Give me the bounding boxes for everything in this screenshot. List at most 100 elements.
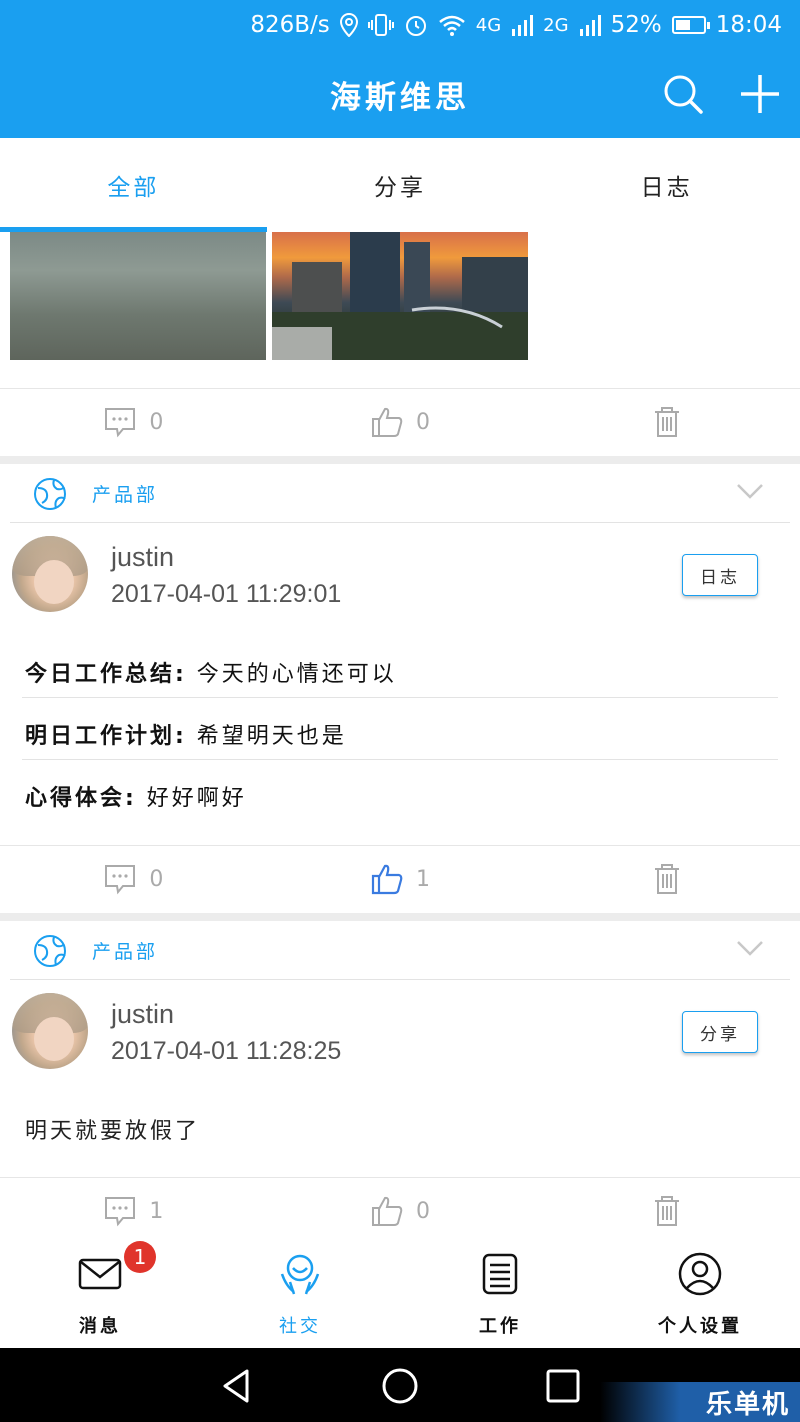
battery-icon bbox=[671, 16, 710, 34]
trash-icon bbox=[654, 407, 679, 437]
location-icon bbox=[339, 13, 358, 37]
battery-level bbox=[675, 20, 690, 30]
insight-label: 心得体会: bbox=[25, 786, 137, 811]
post-card: 产品部 justin 2017-04-01 11:28:25 分享 明天就要放假… bbox=[0, 921, 800, 1236]
comment-icon bbox=[105, 408, 136, 438]
delete-button[interactable] bbox=[533, 1194, 800, 1228]
chevron-down-icon[interactable] bbox=[736, 482, 764, 500]
search-icon[interactable] bbox=[661, 72, 705, 116]
author-name[interactable]: justin bbox=[111, 999, 174, 1030]
delete-button[interactable] bbox=[533, 405, 800, 439]
post-type-tag[interactable]: 日志 bbox=[682, 554, 758, 596]
vibrate-icon bbox=[367, 14, 394, 36]
globe-icon bbox=[34, 478, 66, 510]
comment-button[interactable]: 0 bbox=[0, 405, 267, 439]
nav-label: 社交 bbox=[279, 1316, 321, 1337]
like-count: 1 bbox=[416, 866, 430, 892]
battery-percent: 52% bbox=[610, 12, 662, 38]
thumbs-up-icon bbox=[372, 1196, 403, 1226]
comment-icon bbox=[105, 1197, 136, 1227]
recents-icon[interactable] bbox=[543, 1366, 583, 1406]
add-icon[interactable] bbox=[738, 72, 782, 116]
like-count: 0 bbox=[416, 1198, 430, 1224]
comment-count: 0 bbox=[149, 409, 164, 435]
chevron-down-icon[interactable] bbox=[736, 939, 764, 957]
user-icon bbox=[678, 1252, 722, 1296]
plan-row: 明日工作计划: 希望明天也是 bbox=[25, 718, 347, 750]
nav-messages[interactable]: 1 消息 bbox=[0, 1236, 200, 1348]
post-group-row: 产品部 bbox=[0, 464, 800, 522]
status-bar: 826B/s 4G 2G 52% 18:04 bbox=[0, 0, 800, 50]
divider bbox=[22, 759, 778, 760]
trash-icon bbox=[654, 1196, 679, 1226]
app-title: 海斯维思 bbox=[330, 79, 470, 116]
summary-text: 今天的心情还可以 bbox=[186, 662, 397, 687]
nav-label: 消息 bbox=[79, 1316, 121, 1337]
plan-text: 希望明天也是 bbox=[186, 724, 347, 749]
app-bar: 海斯维思 bbox=[0, 50, 800, 138]
unread-badge: 1 bbox=[124, 1241, 156, 1273]
like-button[interactable]: 1 bbox=[267, 862, 534, 896]
globe-icon bbox=[34, 935, 66, 967]
network-2g-label: 2G bbox=[543, 14, 569, 36]
author-name[interactable]: justin bbox=[111, 542, 174, 573]
divider bbox=[10, 979, 790, 980]
tab-log[interactable]: 日志 bbox=[533, 138, 800, 232]
group-name: 产品部 bbox=[92, 941, 159, 963]
comment-button[interactable]: 1 bbox=[0, 1194, 267, 1228]
insight-text: 好好啊好 bbox=[136, 786, 247, 811]
work-icon bbox=[482, 1253, 518, 1295]
post-image-city[interactable] bbox=[272, 232, 528, 360]
summary-row: 今日工作总结: 今天的心情还可以 bbox=[25, 656, 397, 688]
home-icon[interactable] bbox=[380, 1366, 420, 1406]
nav-work[interactable]: 工作 bbox=[400, 1236, 600, 1348]
post-time: 2017-04-01 11:28:25 bbox=[111, 1037, 342, 1065]
post-image-lake[interactable] bbox=[10, 232, 266, 360]
avatar[interactable] bbox=[12, 536, 88, 612]
like-button[interactable]: 0 bbox=[267, 405, 534, 439]
like-button[interactable]: 0 bbox=[267, 1194, 534, 1228]
thumbs-up-icon bbox=[372, 407, 403, 437]
post-text: 明天就要放假了 bbox=[25, 1119, 201, 1144]
net-speed: 826B/s bbox=[250, 12, 330, 38]
divider bbox=[10, 522, 790, 523]
nav-social[interactable]: 社交 bbox=[200, 1236, 400, 1348]
bottom-nav: 1 消息 社交 工作 个人设置 bbox=[0, 1236, 800, 1348]
watermark: 乐单机 bbox=[600, 1382, 800, 1422]
avatar[interactable] bbox=[12, 993, 88, 1069]
tab-bar: 全部 分享 日志 bbox=[0, 138, 800, 232]
feed[interactable]: 0 0 产品部 justin 2017-04-01 11:29:01 日志 今日… bbox=[0, 232, 800, 1236]
trash-icon bbox=[654, 864, 679, 894]
summary-label: 今日工作总结: bbox=[25, 662, 187, 687]
delete-button[interactable] bbox=[533, 862, 800, 896]
tab-share[interactable]: 分享 bbox=[267, 138, 534, 232]
tab-all[interactable]: 全部 bbox=[0, 138, 267, 232]
post-card: 产品部 justin 2017-04-01 11:29:01 日志 今日工作总结… bbox=[0, 464, 800, 913]
social-icon bbox=[280, 1254, 320, 1295]
nav-label: 个人设置 bbox=[658, 1316, 742, 1337]
wifi-icon bbox=[438, 15, 465, 36]
comment-count: 0 bbox=[149, 866, 164, 892]
like-count: 0 bbox=[416, 409, 430, 435]
clock: 18:04 bbox=[715, 12, 782, 38]
post-time: 2017-04-01 11:29:01 bbox=[111, 580, 342, 608]
plan-label: 明日工作计划: bbox=[25, 724, 187, 749]
alarm-icon bbox=[405, 16, 426, 36]
post-group-row: 产品部 bbox=[0, 921, 800, 979]
comment-count: 1 bbox=[149, 1198, 164, 1224]
post-actions: 1 0 bbox=[0, 1177, 800, 1236]
post-type-tag[interactable]: 分享 bbox=[682, 1011, 758, 1053]
comment-button[interactable]: 0 bbox=[0, 862, 267, 896]
nav-settings[interactable]: 个人设置 bbox=[600, 1236, 800, 1348]
back-icon[interactable] bbox=[217, 1366, 257, 1406]
mail-icon bbox=[78, 1258, 122, 1290]
divider bbox=[22, 697, 778, 698]
nav-label: 工作 bbox=[479, 1316, 521, 1337]
thumbs-up-active-icon bbox=[371, 864, 403, 895]
network-4g-label: 4G bbox=[475, 14, 502, 36]
signal-icon bbox=[512, 15, 534, 36]
group-name: 产品部 bbox=[92, 484, 159, 506]
comment-icon bbox=[105, 865, 136, 895]
signal-icon bbox=[579, 15, 601, 36]
insight-row: 心得体会: 好好啊好 bbox=[25, 780, 247, 812]
